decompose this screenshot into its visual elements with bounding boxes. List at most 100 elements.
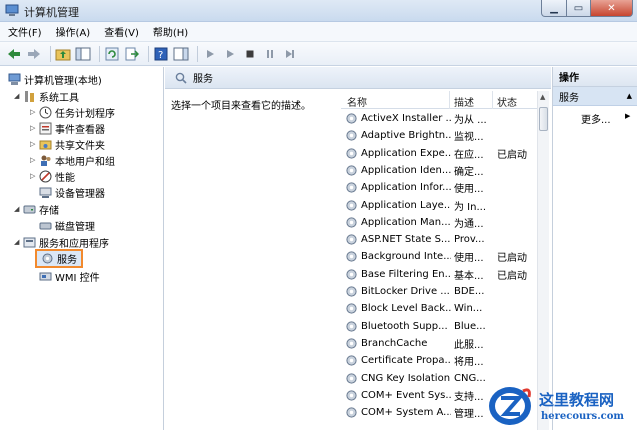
table-row[interactable]: Base Filtering En... 基本... 已启动 xyxy=(341,266,537,283)
actions-header: 操作 xyxy=(553,67,637,87)
column-divider[interactable] xyxy=(449,91,450,109)
tree-node-wmi[interactable]: WMI 控件 xyxy=(39,268,100,284)
tree-node-performance[interactable]: ▷ 性能 xyxy=(30,168,75,184)
forward-arrow-icon xyxy=(28,48,40,59)
pane-title: 服务 xyxy=(193,74,213,85)
tree-node-shared-folders[interactable]: ▷ 共享文件夹 xyxy=(30,136,105,152)
table-row[interactable]: Adaptive Brightn... 监视... xyxy=(341,127,537,144)
services-pane: 服务 选择一个项目来查看它的描述。 ˄ 名称 描述 状态 ActiveX Ins… xyxy=(165,67,551,430)
more-actions-link[interactable]: 更多... xyxy=(581,111,611,126)
toolbar-separator xyxy=(197,45,198,62)
expanded-arrow-icon[interactable]: ◢ xyxy=(14,92,23,100)
wmi-icon xyxy=(39,272,52,280)
column-divider[interactable] xyxy=(492,91,493,109)
tree-node-storage[interactable]: ◢ 存储 xyxy=(14,201,59,217)
play-icon xyxy=(207,49,214,58)
table-row[interactable]: BitLocker Drive ... BDE... xyxy=(341,283,537,300)
column-header-status[interactable]: 状态 xyxy=(497,94,517,109)
service-description: 此服... xyxy=(454,339,484,351)
service-description: 基本... xyxy=(454,270,484,282)
up-level-button[interactable] xyxy=(55,46,71,62)
refresh-icon xyxy=(105,47,119,60)
title-bar: 计算机管理 ▁ ▭ ✕ xyxy=(0,0,637,22)
table-row[interactable]: BranchCache 此服... xyxy=(341,335,537,352)
scroll-thumb[interactable] xyxy=(539,107,548,131)
service-gear-icon xyxy=(346,113,357,124)
start-service-alt-button[interactable] xyxy=(222,46,238,62)
table-row[interactable]: Application Iden... 确定... xyxy=(341,162,537,179)
forward-button[interactable] xyxy=(26,46,42,62)
service-description: Blue... xyxy=(454,320,486,332)
collapsed-arrow-icon[interactable]: ▷ xyxy=(30,172,39,180)
table-row[interactable]: Bluetooth Supp... Blue... xyxy=(341,318,537,335)
table-row[interactable]: Application Laye... 为 In... xyxy=(341,197,537,214)
scroll-up-icon[interactable]: ▲ xyxy=(540,93,545,101)
table-row[interactable]: Block Level Back... Win... xyxy=(341,300,537,317)
table-row[interactable]: Background Inte... 使用... 已启动 xyxy=(341,248,537,265)
column-header-name[interactable]: 名称 xyxy=(347,94,367,109)
folder-up-icon xyxy=(55,49,71,60)
vertical-scrollbar[interactable]: ▲ xyxy=(537,91,549,430)
table-row[interactable]: ActiveX Installer ... 为从 ... xyxy=(341,110,537,127)
service-description: 为 In... xyxy=(454,201,487,213)
table-row[interactable]: Application Infor... 使用... xyxy=(341,179,537,196)
export-list-button[interactable] xyxy=(124,46,140,62)
back-button[interactable] xyxy=(6,46,22,62)
start-service-button[interactable] xyxy=(202,46,218,62)
service-name: BitLocker Drive ... xyxy=(361,286,450,297)
close-button[interactable]: ✕ xyxy=(591,0,633,17)
toolbar: ? xyxy=(0,42,637,66)
expanded-arrow-icon[interactable]: ◢ xyxy=(14,238,23,246)
service-gear-icon xyxy=(346,199,357,211)
refresh-button[interactable] xyxy=(104,46,120,62)
menu-help[interactable]: 帮助(H) xyxy=(153,24,188,39)
show-hide-tree-button[interactable] xyxy=(75,46,91,62)
collapsed-arrow-icon[interactable]: ▷ xyxy=(30,124,39,132)
collapsed-arrow-icon[interactable]: ▷ xyxy=(30,140,39,148)
menu-action[interactable]: 操作(A) xyxy=(56,24,91,39)
tree-node-task-scheduler[interactable]: ▷ 任务计划程序 xyxy=(30,104,115,120)
service-status: 已启动 xyxy=(497,149,527,161)
tree-node-system-tools[interactable]: ◢ 系统工具 xyxy=(14,88,79,104)
restart-icon xyxy=(286,49,294,58)
service-name: CNG Key Isolation xyxy=(361,372,451,384)
collapsed-arrow-icon[interactable]: ▷ xyxy=(30,108,39,116)
help-button[interactable]: ? xyxy=(153,46,169,62)
maximize-button[interactable]: ▭ xyxy=(567,0,591,17)
collapse-arrow-icon[interactable]: ▲ xyxy=(627,92,632,100)
show-hide-action-pane-button[interactable] xyxy=(173,46,189,62)
service-gear-icon xyxy=(346,251,357,262)
site-logo-icon xyxy=(489,387,531,425)
service-gear-icon xyxy=(346,407,357,418)
tree-node-root[interactable]: 计算机管理(本地) xyxy=(8,71,102,87)
actions-section-services[interactable]: 服务 ▲ xyxy=(553,87,637,106)
collapsed-arrow-icon[interactable]: ▷ xyxy=(30,156,39,164)
disk-icon xyxy=(39,222,52,229)
tree-node-event-viewer[interactable]: ▷ 事件查看器 xyxy=(30,120,105,136)
computer-management-icon xyxy=(5,4,19,16)
expanded-arrow-icon[interactable]: ◢ xyxy=(14,205,23,213)
sort-ascending-icon: ˄ xyxy=(396,91,400,97)
service-name: Certificate Propa... xyxy=(361,355,451,367)
tree-node-device-manager[interactable]: 设备管理器 xyxy=(39,184,105,200)
service-name: ActiveX Installer ... xyxy=(361,113,451,124)
pause-service-button[interactable] xyxy=(262,46,278,62)
table-row[interactable]: ASP.NET State S... Prov... xyxy=(341,231,537,248)
tree-node-services-apps[interactable]: ◢ 服务和应用程序 xyxy=(14,234,109,250)
tree-node-disk-management[interactable]: 磁盘管理 xyxy=(39,217,95,233)
tree-node-local-users[interactable]: ▷ 本地用户和组 xyxy=(30,152,115,168)
stop-service-button[interactable] xyxy=(242,46,258,62)
service-description: 监视... xyxy=(454,132,484,144)
table-row[interactable]: Application Expe... 在应... 已启动 xyxy=(341,145,537,162)
tree-node-services[interactable]: 服务 xyxy=(41,250,77,266)
table-row[interactable]: Application Man... 为通... xyxy=(341,214,537,231)
column-header-description[interactable]: 描述 xyxy=(454,94,474,109)
menu-file[interactable]: 文件(F) xyxy=(8,24,42,39)
restart-service-button[interactable] xyxy=(282,46,298,62)
description-text: 选择一个项目来查看它的描述。 xyxy=(171,101,311,112)
table-row[interactable]: Certificate Propa... 将用... xyxy=(341,352,537,369)
computer-management-icon xyxy=(8,73,21,85)
console-tree: 计算机管理(本地) ◢ 系统工具 ▷ 任务计划程序 ▷ 事件查看器 ▷ 共享文件… xyxy=(0,67,164,430)
minimize-button[interactable]: ▁ xyxy=(541,0,567,17)
menu-view[interactable]: 查看(V) xyxy=(104,24,139,39)
